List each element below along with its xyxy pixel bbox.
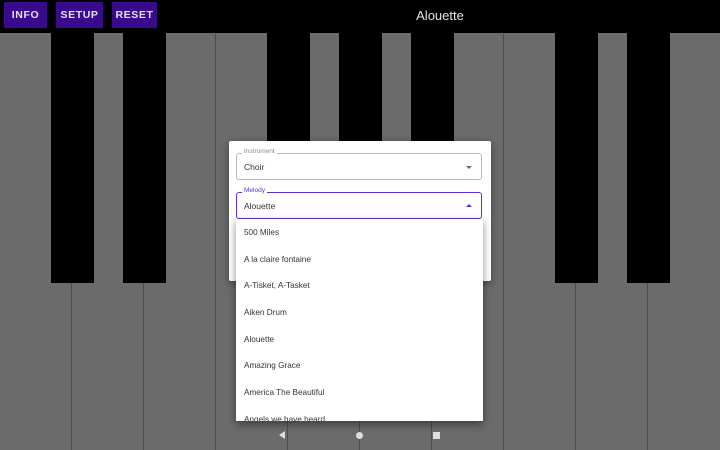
- black-key[interactable]: [51, 33, 94, 283]
- back-triangle-icon[interactable]: [279, 431, 285, 439]
- setup-button[interactable]: SETUP: [56, 2, 103, 28]
- melody-option[interactable]: Amazing Grace: [236, 352, 483, 379]
- top-toolbar: INFO SETUP RESET Alouette: [0, 0, 720, 33]
- melody-option[interactable]: A-Tisket, A-Tasket: [236, 272, 483, 299]
- instrument-label: Instrument: [242, 148, 277, 155]
- reset-button[interactable]: RESET: [112, 2, 157, 28]
- melody-option[interactable]: A la claire fontaine: [236, 246, 483, 273]
- home-circle-icon[interactable]: [356, 432, 363, 439]
- black-key[interactable]: [555, 33, 598, 283]
- melody-option[interactable]: 500 Miles: [236, 219, 483, 246]
- song-title: Alouette: [416, 8, 464, 23]
- melody-option[interactable]: America The Beautiful: [236, 379, 483, 406]
- info-button[interactable]: INFO: [4, 2, 47, 28]
- melody-select[interactable]: Melody Alouette: [236, 187, 482, 219]
- instrument-value: Choir: [244, 162, 265, 172]
- melody-value: Alouette: [244, 201, 276, 211]
- system-nav-bar: [0, 425, 720, 450]
- black-key[interactable]: [627, 33, 670, 283]
- chevron-up-icon: [466, 204, 472, 207]
- melody-option[interactable]: Angels we have heard: [236, 406, 483, 421]
- melody-dropdown: 500 Miles A la claire fontaine A-Tisket,…: [236, 219, 483, 421]
- instrument-select[interactable]: Instrument Choir: [236, 148, 482, 180]
- chevron-down-icon: [466, 166, 472, 169]
- melody-option[interactable]: Aiken Drum: [236, 299, 483, 326]
- recents-square-icon[interactable]: [433, 432, 440, 439]
- melody-label: Melody: [242, 187, 267, 194]
- black-key[interactable]: [123, 33, 166, 283]
- melody-option[interactable]: Alouette: [236, 326, 483, 353]
